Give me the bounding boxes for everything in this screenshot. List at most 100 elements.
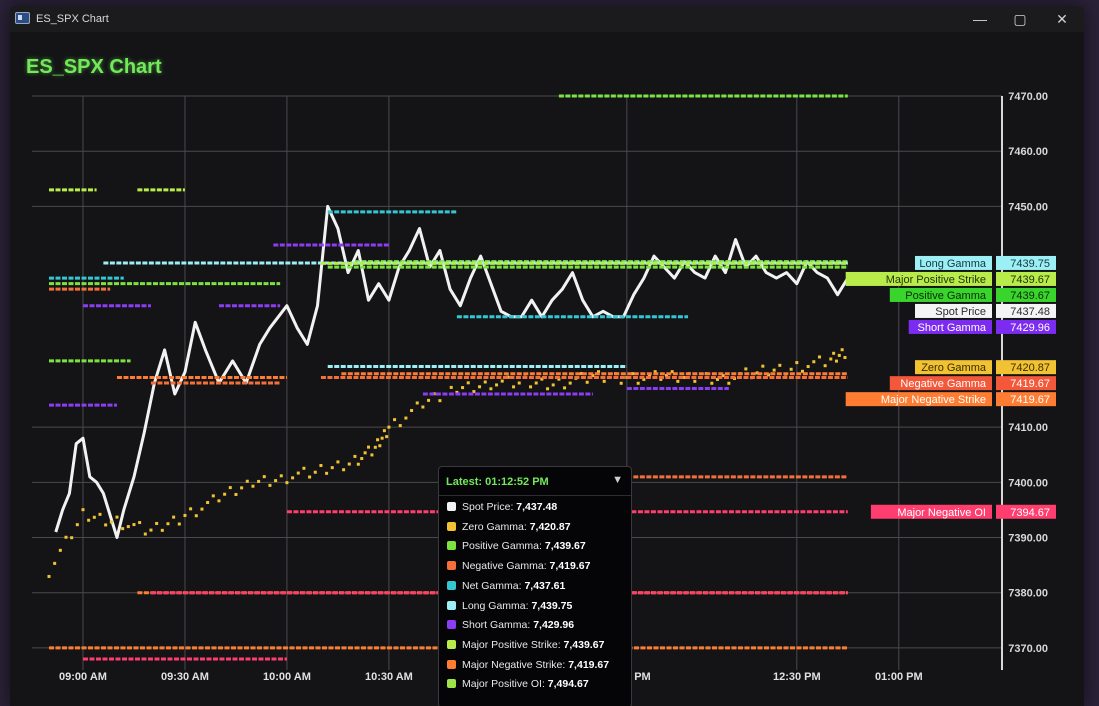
series-zero-gamma-point xyxy=(104,523,108,527)
series-zero-gamma-point xyxy=(489,387,493,391)
tooltip-row-label: Short Gamma: xyxy=(462,619,534,632)
series-zero-gamma-point xyxy=(500,379,504,383)
series-swatch xyxy=(447,561,456,571)
tooltip-row: Zero Gamma: 7,420.87 xyxy=(447,521,571,537)
series-zero-gamma-point xyxy=(138,521,142,525)
tooltip-row: Major Positive OI: 7,494.67 xyxy=(447,678,589,694)
right-label-short-gamma: Short Gamma 7429.96 xyxy=(908,319,1056,334)
series-zero-gamma-point xyxy=(189,507,193,511)
series-zero-gamma-point xyxy=(546,387,550,391)
right-label-negative-gamma: Negative Gamma 7419.67 xyxy=(889,376,1056,391)
series-zero-gamma-point xyxy=(87,518,91,522)
series-zero-gamma-point xyxy=(257,479,261,483)
series-zero-gamma-point xyxy=(404,416,408,420)
right-label-text: Short Gamma xyxy=(918,322,987,334)
series-zero-gamma-point xyxy=(58,548,62,552)
series-zero-gamma-point xyxy=(367,445,371,449)
series-swatch xyxy=(447,580,456,590)
series-zero-gamma-point xyxy=(149,528,153,532)
right-label-text: Major Negative OI xyxy=(897,507,986,519)
tooltip-row-label: Major Positive OI: xyxy=(462,678,548,691)
right-label-text: Spot Price xyxy=(935,306,986,318)
chevron-down-icon[interactable]: ▼ xyxy=(612,474,623,486)
series-zero-gamma-point xyxy=(81,508,85,512)
series-zero-gamma-point xyxy=(517,381,521,385)
right-label-text: Major Negative Strike xyxy=(881,394,986,406)
series-zero-gamma-point xyxy=(155,521,159,525)
series-zero-gamma-point xyxy=(319,464,323,468)
series-zero-gamma-point xyxy=(92,515,96,519)
series-zero-gamma-point xyxy=(378,444,382,448)
series-zero-gamma-point xyxy=(393,418,397,422)
tooltip-row-value: 7,494.67 xyxy=(547,678,589,691)
series-zero-gamma-point xyxy=(806,365,810,369)
tooltip-row-label: Zero Gamma: xyxy=(462,520,530,533)
tooltip-row-label: Positive Gamma: xyxy=(462,540,545,553)
series-zero-gamma-point xyxy=(206,500,210,504)
series-zero-gamma-point xyxy=(373,445,377,449)
series-zero-gamma-point xyxy=(727,381,731,385)
series-zero-gamma-point xyxy=(356,462,360,466)
tooltip-row: Spot Price: 7,437.48 xyxy=(447,501,557,517)
right-label-value: 7419.67 xyxy=(1010,378,1050,390)
series-zero-gamma-point xyxy=(380,436,384,440)
series-zero-gamma-point xyxy=(47,574,51,578)
series-zero-gamma-point xyxy=(534,381,538,385)
series-zero-gamma-point xyxy=(829,357,833,361)
tooltip-row-value: 7,437.48 xyxy=(516,501,558,513)
series-zero-gamma-point xyxy=(240,486,244,490)
series-zero-gamma-point xyxy=(200,507,204,511)
series-zero-gamma-point xyxy=(382,429,386,433)
right-label-value: 7439.75 xyxy=(1010,258,1050,270)
right-label-major-negative-oi: Major Negative OI 7394.67 xyxy=(870,504,1056,519)
series-zero-gamma-point xyxy=(778,363,782,367)
tooltip-row: Long Gamma: 7,439.75 xyxy=(447,600,572,616)
series-swatch xyxy=(447,600,456,610)
right-label-value: 7429.96 xyxy=(1010,322,1050,334)
series-zero-gamma-point xyxy=(274,479,278,483)
series-zero-gamma-point xyxy=(817,355,821,359)
tooltip-row-value: 7,419.67 xyxy=(549,560,591,573)
y-tick-label: 7370.00 xyxy=(1008,643,1048,655)
series-zero-gamma-point xyxy=(211,494,215,498)
x-tick-label: 09:30 AM xyxy=(161,671,209,683)
series-zero-gamma-point xyxy=(795,361,799,365)
series-zero-gamma-point xyxy=(325,471,329,475)
x-tick-label: 10:30 AM xyxy=(365,671,413,683)
tooltip-row-value: 7,420.87 xyxy=(529,520,571,533)
series-swatch xyxy=(447,659,456,669)
right-label-value: 7437.48 xyxy=(1010,306,1050,318)
series-zero-gamma-point xyxy=(194,514,198,518)
series-zero-gamma-point xyxy=(585,380,589,384)
series-swatch xyxy=(447,521,456,531)
chart-title: ES_SPX Chart xyxy=(26,56,162,78)
series-zero-gamma-point xyxy=(478,385,482,389)
x-tick-label: 09:00 AM xyxy=(59,671,107,683)
series-zero-gamma-point xyxy=(132,523,136,527)
series-zero-gamma-point xyxy=(812,360,816,364)
series-zero-gamma-point xyxy=(602,379,606,383)
series-zero-gamma-point xyxy=(676,379,680,383)
tooltip-row-value: 7,439.75 xyxy=(531,599,573,612)
series-zero-gamma-point xyxy=(70,536,74,540)
right-label-major-positive-strike: Major Positive Strike 7439.67 xyxy=(845,271,1056,286)
y-tick-label: 7380.00 xyxy=(1008,588,1048,600)
tooltip-row-label: Net Gamma: xyxy=(462,579,525,592)
y-tick-label: 7470.00 xyxy=(1008,91,1048,103)
series-zero-gamma-point xyxy=(336,460,340,464)
series-zero-gamma-point xyxy=(126,525,130,529)
series-zero-gamma-point xyxy=(710,381,714,385)
series-zero-gamma-point xyxy=(109,520,113,524)
legend-tooltip[interactable]: Latest: 01:12:52 PM ▼ Spot Price: 7,437.… xyxy=(438,466,632,706)
tooltip-row-label: Spot Price: xyxy=(462,501,517,513)
series-zero-gamma-point xyxy=(183,513,187,517)
series-zero-gamma-point xyxy=(421,405,425,409)
series-zero-gamma-point xyxy=(843,356,847,360)
tooltip-row: Major Positive Strike: 7,439.67 xyxy=(447,639,604,655)
series-zero-gamma-point xyxy=(483,380,487,384)
tooltip-row-value: 7,437.61 xyxy=(524,579,566,592)
series-zero-gamma-point xyxy=(353,454,357,458)
series-zero-gamma-point xyxy=(228,486,232,490)
right-label-text: Zero Gamma xyxy=(921,362,987,374)
right-label-spot-price: Spot Price 7437.48 xyxy=(915,303,1056,318)
